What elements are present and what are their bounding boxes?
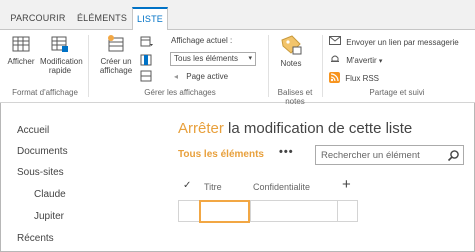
tag-icon <box>281 35 302 55</box>
alert-button[interactable]: M'avertir ▾ <box>329 54 382 65</box>
group-divider <box>88 35 89 97</box>
search-box[interactable]: Rechercher un élément <box>315 145 464 165</box>
email-link-button[interactable]: Envoyer un lien par messagerie <box>329 36 459 47</box>
notes-button[interactable]: Notes <box>274 34 308 68</box>
grid-view-icon <box>12 36 30 52</box>
tab-liste[interactable]: LISTE <box>132 7 168 31</box>
views-group-label: Gérer les affichages <box>144 88 216 97</box>
ribbon-tab-strip: PARCOURIR ÉLÉMENTS LISTE <box>0 0 475 31</box>
tags-group-label: Balises et notes <box>277 88 313 106</box>
creer-affichage-button[interactable]: Créer un affichage <box>96 34 136 75</box>
active-cell-editor[interactable] <box>199 200 250 223</box>
nav-item-jupiter[interactable]: Jupiter <box>34 211 64 222</box>
search-input-placeholder: Rechercher un élément <box>321 150 420 161</box>
current-view-dropdown[interactable]: Tous les éléments ▾ <box>170 52 256 66</box>
nav-item-documents[interactable]: Documents <box>17 146 68 157</box>
modify-view-icon[interactable] <box>140 36 154 48</box>
share-group-label: Partage et suivi <box>369 88 425 97</box>
current-view-label: Affichage actuel : <box>171 36 233 45</box>
nav-item-sous-sites[interactable]: Sous-sites <box>17 167 64 178</box>
chevron-down-icon: ▾ <box>378 58 383 65</box>
row-select-cell[interactable] <box>179 201 200 221</box>
format-group-label: Format d'affichage <box>12 88 78 97</box>
current-view-value: Tous les éléments <box>174 54 239 63</box>
alert-label: M'avertir <box>346 56 377 65</box>
add-column-button[interactable]: + <box>342 176 351 193</box>
create-view-icon <box>108 35 124 52</box>
stop-editing-link[interactable]: Arrêter <box>178 120 224 137</box>
notes-label: Notes <box>280 59 302 68</box>
nav-item-accueil[interactable]: Accueil <box>17 125 49 136</box>
creer-affichage-label: Créer un affichage <box>99 57 133 75</box>
page-title-rest: la modification de cette liste <box>223 120 413 137</box>
email-link-label: Envoyer un lien par messagerie <box>346 38 459 47</box>
rss-button[interactable]: Flux RSS <box>329 72 379 83</box>
group-divider <box>322 35 323 97</box>
confidentialite-cell[interactable] <box>251 201 338 221</box>
prev-page-icon[interactable]: ◂ <box>174 72 178 81</box>
modification-rapide-label: Modification rapide <box>40 57 83 75</box>
select-all-checkmark[interactable]: ✓ <box>183 180 191 191</box>
page-nav[interactable]: ◂ Page active <box>174 72 228 81</box>
rss-icon <box>329 72 340 83</box>
view-all-items-link[interactable]: Tous les éléments <box>178 149 264 160</box>
tab-elements[interactable]: ÉLÉMENTS <box>72 7 132 30</box>
chevron-down-icon: ▾ <box>248 55 252 62</box>
more-views-ellipsis[interactable]: ••• <box>279 146 294 158</box>
nav-item-claude[interactable]: Claude <box>34 189 66 200</box>
page-active-label: Page active <box>186 72 229 81</box>
column-header-titre[interactable]: Titre <box>204 182 222 192</box>
column-icon[interactable] <box>140 54 152 66</box>
email-icon <box>329 36 341 45</box>
afficher-label: Afficher <box>7 57 35 66</box>
bell-icon <box>331 55 339 62</box>
group-divider <box>268 35 269 97</box>
quick-edit-icon <box>51 36 68 52</box>
rss-label: Flux RSS <box>345 74 380 83</box>
tab-parcourir[interactable]: PARCOURIR <box>8 7 68 30</box>
search-icon[interactable] <box>447 149 460 162</box>
arrange-icon[interactable] <box>140 70 152 82</box>
ribbon: Afficher Modification rapide Format d'af… <box>0 30 475 106</box>
afficher-button[interactable]: Afficher <box>5 34 37 66</box>
column-header-confidentialite[interactable]: Confidentialite <box>253 182 310 192</box>
nav-item-recents[interactable]: Récents <box>17 233 54 244</box>
modification-rapide-button[interactable]: Modification rapide <box>40 34 83 75</box>
page-title: Arrêter la modification de cette liste <box>178 120 412 137</box>
